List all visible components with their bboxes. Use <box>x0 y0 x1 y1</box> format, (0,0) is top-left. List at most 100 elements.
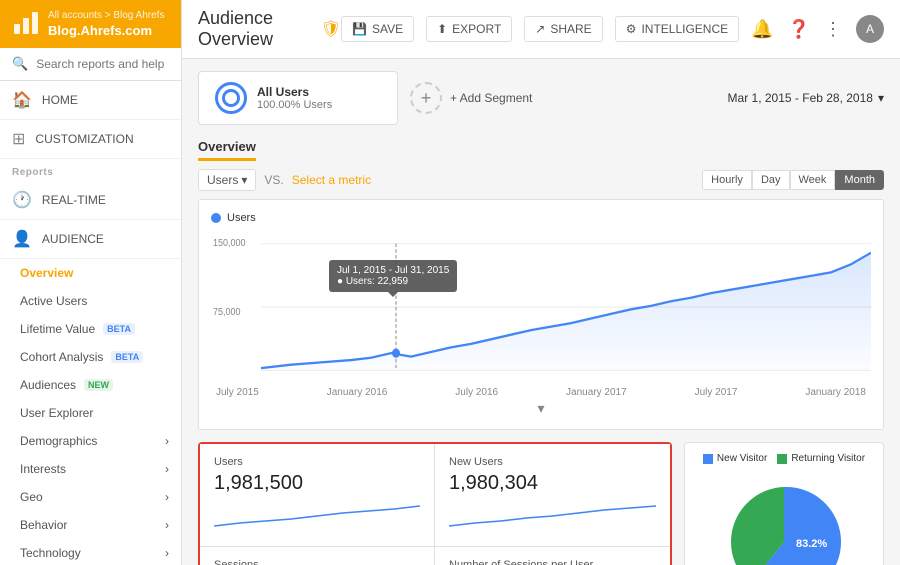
metric-dropdown[interactable]: Users ▾ <box>198 169 256 191</box>
sidebar-sub-lifetime[interactable]: Lifetime Value BETA <box>0 315 181 343</box>
chevron-right-icon: › <box>165 434 169 448</box>
day-button[interactable]: Day <box>752 170 790 190</box>
pie-chart-area: New Visitor Returning Visitor <box>684 442 884 565</box>
returning-visitor-label: Returning Visitor <box>791 453 865 464</box>
sidebar-item-realtime[interactable]: 🕐 REAL-TIME <box>0 181 181 220</box>
sidebar-logo <box>12 10 40 38</box>
expandable-label: Technology <box>20 546 81 560</box>
chart-controls: Users ▾ VS. Select a metric Hourly Day W… <box>198 169 884 191</box>
metric-label: New Users <box>449 456 656 468</box>
sidebar-item-behavior[interactable]: Behavior › <box>0 511 181 539</box>
sidebar-item-customization[interactable]: ⊞ CUSTOMIZATION <box>0 120 181 159</box>
chevron-down-icon: ▾ <box>241 173 247 187</box>
sidebar-sub-overview[interactable]: Overview <box>0 259 181 287</box>
sidebar-item-demographics[interactable]: Demographics › <box>0 427 181 455</box>
chevron-down-icon: ▾ <box>878 91 884 105</box>
beta-badge: BETA <box>111 351 143 363</box>
sparkline-new-users <box>449 501 656 531</box>
sidebar-sub-active-users[interactable]: Active Users <box>0 287 181 315</box>
pie-chart: 83.2% 16.8% <box>704 472 864 565</box>
share-button[interactable]: ↗ SHARE <box>524 16 602 42</box>
expandable-label: Geo <box>20 490 43 504</box>
save-icon: 💾 <box>352 22 367 36</box>
new-visitor-dot <box>703 454 713 464</box>
sparkline-users <box>214 501 420 531</box>
reports-section-label: Reports <box>0 159 181 181</box>
segment-row: All Users 100.00% Users + + Add Segment … <box>198 71 884 125</box>
sidebar-item-geo[interactable]: Geo › <box>0 483 181 511</box>
date-range-text: Mar 1, 2015 - Feb 28, 2018 <box>728 91 873 105</box>
legend-new-visitor: New Visitor <box>703 453 767 464</box>
save-button[interactable]: 💾 SAVE <box>341 16 414 42</box>
sidebar: All accounts > Blog Ahrefs Blog.Ahrefs.c… <box>0 0 182 565</box>
segment-name: All Users <box>257 85 332 99</box>
search-bar[interactable]: 🔍 <box>0 48 181 81</box>
sidebar-item-interests[interactable]: Interests › <box>0 455 181 483</box>
sidebar-sub-audiences[interactable]: Audiences NEW <box>0 371 181 399</box>
chart-x-labels: July 2015 January 2016 July 2016 January… <box>211 387 871 398</box>
sidebar-header: All accounts > Blog Ahrefs Blog.Ahrefs.c… <box>0 0 181 48</box>
metric-label: Number of Sessions per User <box>449 559 656 565</box>
topbar-actions: 💾 SAVE ⬆ EXPORT ↗ SHARE ⚙ INTELLIGENCE 🔔… <box>341 15 884 43</box>
search-input[interactable] <box>36 57 169 71</box>
sidebar-sub-cohort[interactable]: Cohort Analysis BETA <box>0 343 181 371</box>
metrics-grid: Users 1,981,500 New Users 1,980,304 <box>198 442 672 565</box>
sub-item-label: User Explorer <box>20 406 93 420</box>
vs-label: VS. <box>264 173 283 187</box>
metric-label: Sessions <box>214 559 420 565</box>
sidebar-item-audience[interactable]: 👤 AUDIENCE <box>0 220 181 259</box>
metric-label: Users <box>214 456 420 468</box>
metric-value: 1,980,304 <box>449 472 656 495</box>
returning-visitor-dot <box>777 454 787 464</box>
metric-card-sessions[interactable]: Sessions 3,282,874 <box>200 547 435 565</box>
help-icon[interactable]: ❓ <box>788 19 810 40</box>
metric-selector: Users ▾ VS. Select a metric <box>198 169 371 191</box>
topbar-icons: 🔔 ❓ ⋮ A <box>751 15 884 43</box>
chevron-right-icon: › <box>165 518 169 532</box>
month-button[interactable]: Month <box>835 170 884 190</box>
beta-badge: BETA <box>103 323 135 335</box>
add-segment-area[interactable]: + + Add Segment <box>410 82 532 114</box>
sub-item-label: Active Users <box>20 294 87 308</box>
more-options-icon[interactable]: ⋮ <box>824 19 842 40</box>
intelligence-button[interactable]: ⚙ INTELLIGENCE <box>615 16 739 42</box>
page-title: Audience Overview <box>198 8 313 50</box>
sub-item-label: Audiences <box>20 378 76 392</box>
pie-legend: New Visitor Returning Visitor <box>703 453 865 464</box>
week-button[interactable]: Week <box>790 170 836 190</box>
export-button[interactable]: ⬆ EXPORT <box>426 16 512 42</box>
sidebar-item-label: AUDIENCE <box>42 232 104 246</box>
scroll-handle[interactable]: ▾ <box>537 400 544 417</box>
chevron-right-icon: › <box>165 490 169 504</box>
svg-text:83.2%: 83.2% <box>796 538 827 550</box>
overview-tab[interactable]: Overview <box>198 135 256 161</box>
site-name[interactable]: Blog.Ahrefs.com <box>48 23 164 38</box>
new-badge: NEW <box>84 379 113 391</box>
sidebar-item-technology[interactable]: Technology › <box>0 539 181 565</box>
metric-card-sessions-per-user[interactable]: Number of Sessions per User 1.66 <box>435 547 670 565</box>
segment-info: All Users 100.00% Users <box>257 85 332 111</box>
sidebar-item-home[interactable]: 🏠 HOME <box>0 81 181 120</box>
date-range-picker[interactable]: Mar 1, 2015 - Feb 28, 2018 ▾ <box>728 91 884 105</box>
metric-label: Users <box>207 173 238 187</box>
avatar[interactable]: A <box>856 15 884 43</box>
legend-dot <box>211 213 221 223</box>
metric-card-users[interactable]: Users 1,981,500 <box>200 444 435 547</box>
topbar: Audience Overview 🛡 💾 SAVE ⬆ EXPORT ↗ SH… <box>182 0 900 59</box>
svg-text:75,000: 75,000 <box>213 307 241 319</box>
sidebar-item-label: REAL-TIME <box>42 193 106 207</box>
legend-label: Users <box>227 212 256 224</box>
add-segment-button[interactable]: + <box>410 82 442 114</box>
chart-legend: Users <box>211 212 871 224</box>
hourly-button[interactable]: Hourly <box>702 170 752 190</box>
notifications-icon[interactable]: 🔔 <box>751 19 773 40</box>
content-area: All Users 100.00% Users + + Add Segment … <box>182 59 900 565</box>
metric-card-new-users[interactable]: New Users 1,980,304 <box>435 444 670 547</box>
share-icon: ↗ <box>535 22 545 36</box>
time-range-buttons: Hourly Day Week Month <box>702 170 884 190</box>
sidebar-sub-user-explorer[interactable]: User Explorer <box>0 399 181 427</box>
segment-icon <box>215 82 247 114</box>
sub-item-label: Lifetime Value <box>20 322 95 336</box>
select-metric-link[interactable]: Select a metric <box>292 173 371 187</box>
shield-icon: 🛡 <box>321 19 341 39</box>
